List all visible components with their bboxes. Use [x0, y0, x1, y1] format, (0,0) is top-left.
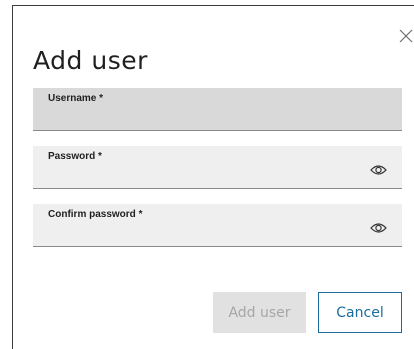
username-field[interactable]: Username * — [33, 88, 402, 131]
confirm-password-label: Confirm password * — [48, 209, 143, 220]
dialog-title: Add user — [33, 46, 148, 75]
confirm-password-field[interactable]: Confirm password * — [33, 204, 402, 247]
password-field[interactable]: Password * — [33, 146, 402, 189]
username-input[interactable] — [47, 108, 347, 126]
password-input[interactable] — [47, 166, 347, 184]
add-user-button[interactable]: Add user — [213, 292, 306, 333]
confirm-password-input[interactable] — [47, 224, 347, 242]
username-label: Username * — [48, 93, 104, 104]
password-label: Password * — [48, 151, 102, 162]
close-icon[interactable] — [398, 28, 414, 44]
eye-icon[interactable] — [370, 163, 387, 175]
cancel-button[interactable]: Cancel — [318, 292, 402, 333]
eye-icon[interactable] — [370, 221, 387, 233]
